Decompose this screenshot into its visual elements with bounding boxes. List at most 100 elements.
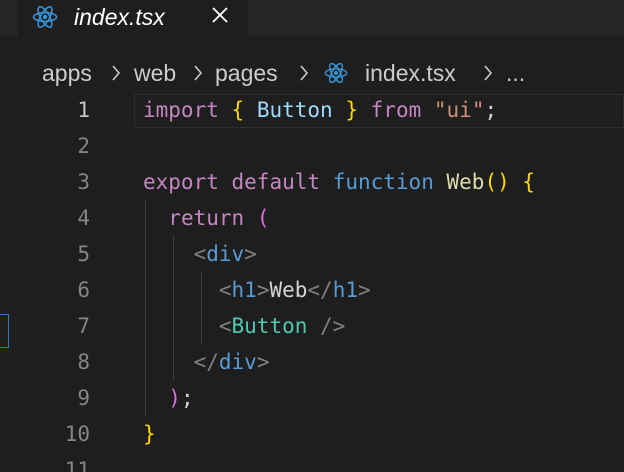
- line-source: import { Button } from "ui";: [143, 92, 497, 128]
- line-number: 5: [77, 242, 90, 266]
- line-source: <Button />: [143, 308, 345, 344]
- chevron-right-icon: [484, 65, 493, 81]
- tab-bar: index.tsx: [0, 0, 624, 36]
- code-token: >: [256, 278, 270, 302]
- code-line[interactable]: 10}: [0, 416, 624, 452]
- breadcrumb-item-pages[interactable]: pages: [215, 59, 278, 87]
- code-line[interactable]: 8 </div>: [0, 344, 624, 380]
- code-token: return: [168, 206, 245, 230]
- code-token: </: [193, 350, 219, 374]
- code-token: Button: [231, 314, 308, 338]
- code-token: ;: [484, 98, 498, 122]
- line-number: 3: [77, 170, 90, 194]
- code-editor: index.tsx apps web pages index.tsx ... 1…: [0, 0, 624, 472]
- line-source: }: [143, 416, 156, 452]
- react-icon: [324, 62, 348, 84]
- breadcrumb-item-more[interactable]: ...: [506, 59, 525, 87]
- line-number: 8: [77, 350, 90, 374]
- tab-index-tsx[interactable]: index.tsx: [18, 0, 248, 36]
- tab-label: index.tsx: [74, 4, 165, 30]
- code-token: div: [218, 350, 257, 374]
- line-number: 1: [77, 98, 90, 122]
- code-line[interactable]: 11: [0, 452, 624, 472]
- code-line[interactable]: 3 export default function Web() {: [0, 164, 624, 200]
- code-token: >: [256, 350, 270, 374]
- code-token: ): [168, 386, 181, 410]
- line-number: 10: [64, 422, 90, 446]
- code-token: Web: [446, 170, 485, 194]
- code-token: <: [193, 242, 207, 266]
- code-token: (): [484, 170, 510, 194]
- code-token: export: [143, 170, 219, 194]
- line-source: );: [143, 380, 194, 416]
- breadcrumb: apps web pages index.tsx ...: [0, 56, 624, 90]
- chevron-right-icon: [194, 65, 203, 81]
- code-token: div: [206, 242, 245, 266]
- code-token: ;: [180, 386, 194, 410]
- code-line[interactable]: 5 <div>: [0, 236, 624, 272]
- line-number: 2: [77, 134, 90, 158]
- code-token: Web: [269, 278, 308, 302]
- line-number: 11: [64, 458, 90, 472]
- close-icon[interactable]: [210, 5, 230, 25]
- line-number: 7: [77, 314, 90, 338]
- code-line[interactable]: 2: [0, 128, 624, 164]
- line-source: </div>: [143, 344, 270, 380]
- code-line[interactable]: 7 <Button />: [0, 308, 624, 344]
- code-token: "ui": [433, 98, 485, 122]
- code-token: from: [370, 98, 422, 122]
- code-token: h1: [231, 278, 257, 302]
- breadcrumb-item-index-tsx[interactable]: index.tsx: [365, 59, 456, 87]
- code-token: import: [143, 98, 219, 122]
- react-icon: [32, 6, 58, 28]
- code-token: function: [332, 170, 434, 194]
- chevron-right-icon: [300, 65, 309, 81]
- code-area[interactable]: 1 import { Button } from "ui"; 2 3 export de…: [0, 92, 624, 472]
- line-number: 4: [77, 206, 90, 230]
- line-number: 9: [77, 386, 90, 410]
- code-token: >: [358, 278, 371, 302]
- line-number: 6: [77, 278, 90, 302]
- line-source: return (: [143, 200, 269, 236]
- code-token: >: [244, 242, 257, 266]
- line-source: export default function Web() {: [143, 164, 535, 200]
- code-token: (: [256, 206, 270, 230]
- code-token: <: [218, 278, 232, 302]
- breadcrumb-item-web[interactable]: web: [134, 59, 176, 87]
- code-line[interactable]: 6 <h1>Web</h1>: [0, 272, 624, 308]
- code-token: }: [143, 422, 156, 446]
- code-token: {: [522, 170, 536, 194]
- line-source: <div>: [143, 236, 257, 272]
- code-token: default: [231, 170, 321, 194]
- code-token: />: [320, 314, 346, 338]
- code-token: Button: [256, 98, 333, 122]
- code-line[interactable]: 9 );: [0, 380, 624, 416]
- line-source: <h1>Web</h1>: [143, 272, 371, 308]
- chevron-right-icon: [112, 65, 121, 81]
- code-line[interactable]: 4 return (: [0, 200, 624, 236]
- breadcrumb-item-apps[interactable]: apps: [42, 59, 92, 87]
- code-token: <: [218, 314, 232, 338]
- code-token: </: [307, 278, 333, 302]
- code-line[interactable]: 1 import { Button } from "ui";: [0, 92, 624, 128]
- code-token: }: [345, 98, 358, 122]
- code-token: {: [231, 98, 245, 122]
- code-token: h1: [332, 278, 358, 302]
